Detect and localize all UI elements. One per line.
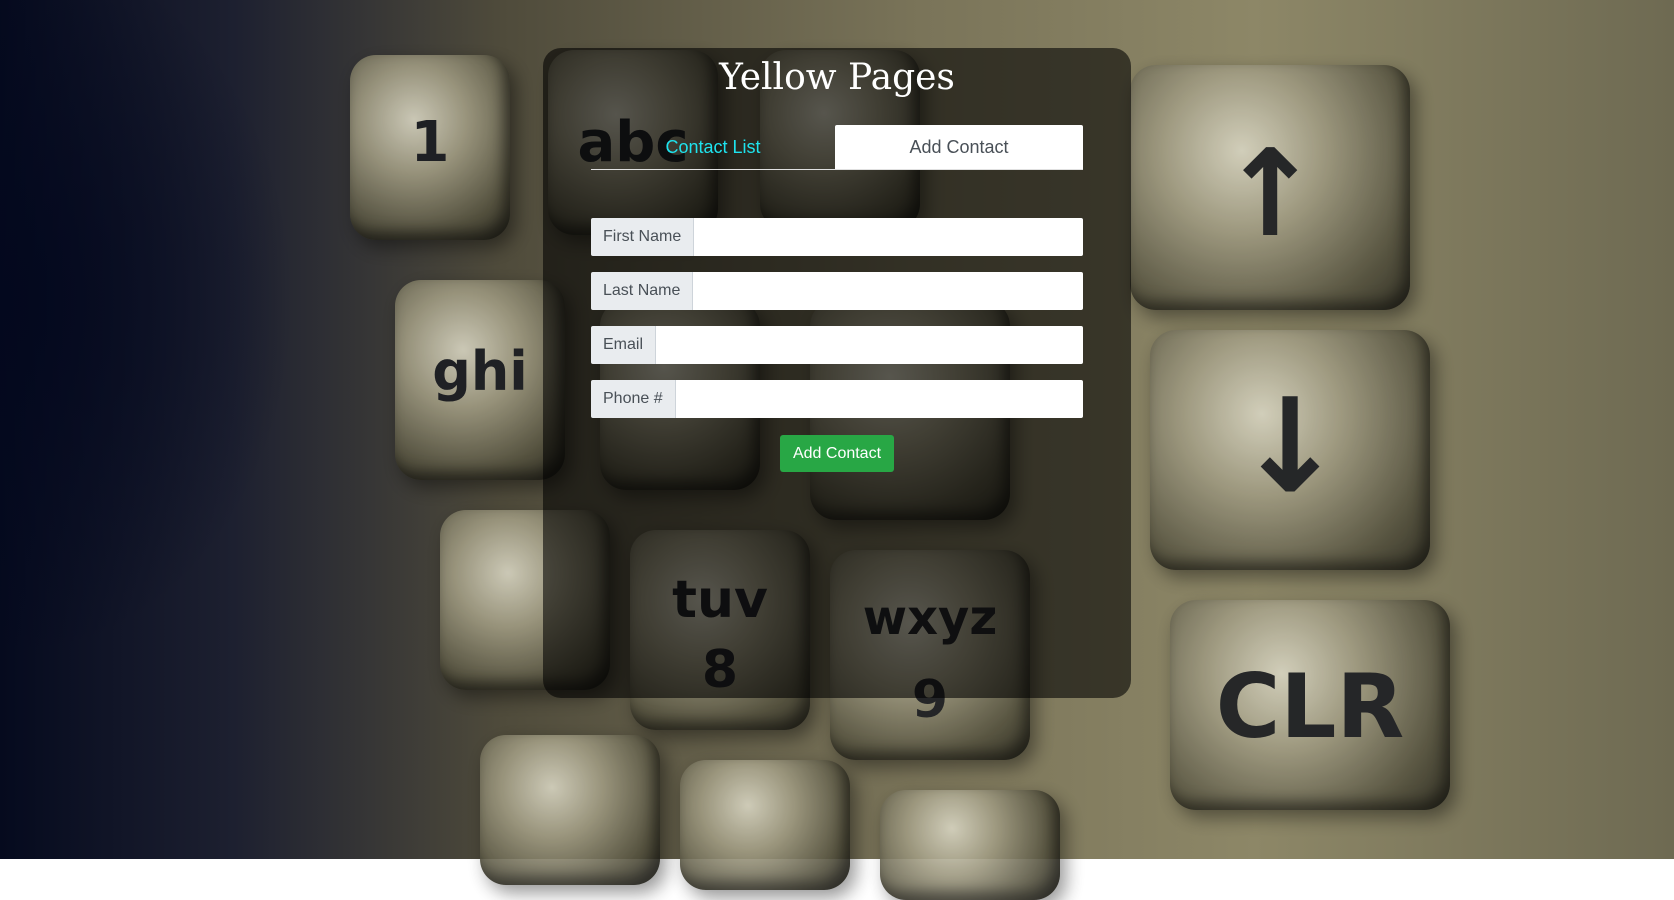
first-name-field: First Name <box>591 218 1083 256</box>
email-label: Email <box>591 326 657 364</box>
phone-input[interactable] <box>675 380 1083 418</box>
background-key-clr: CLR <box>1170 600 1450 810</box>
add-contact-button[interactable]: Add Contact <box>780 435 894 472</box>
tab-bar: Contact List Add Contact <box>591 125 1083 170</box>
first-name-input[interactable] <box>694 218 1083 256</box>
background-key-bottom-3 <box>880 790 1060 900</box>
last-name-field: Last Name <box>591 272 1083 310</box>
phone-label: Phone # <box>591 380 676 418</box>
background-key-4: ghi <box>395 280 565 480</box>
page-title: Yellow Pages <box>719 57 955 98</box>
phone-field: Phone # <box>591 380 1083 418</box>
background-key-up: ↑ <box>1130 65 1410 310</box>
last-name-input[interactable] <box>693 272 1083 310</box>
tab-contact-list[interactable]: Contact List <box>591 125 835 169</box>
background-key-down: ↓ <box>1150 330 1430 570</box>
email-field: Email <box>591 326 1083 364</box>
background-key-bottom-2 <box>680 760 850 890</box>
first-name-label: First Name <box>591 218 695 256</box>
background-key-bottom-1 <box>480 735 660 885</box>
email-input[interactable] <box>656 326 1083 364</box>
last-name-label: Last Name <box>591 272 694 310</box>
tab-add-contact[interactable]: Add Contact <box>835 125 1083 169</box>
